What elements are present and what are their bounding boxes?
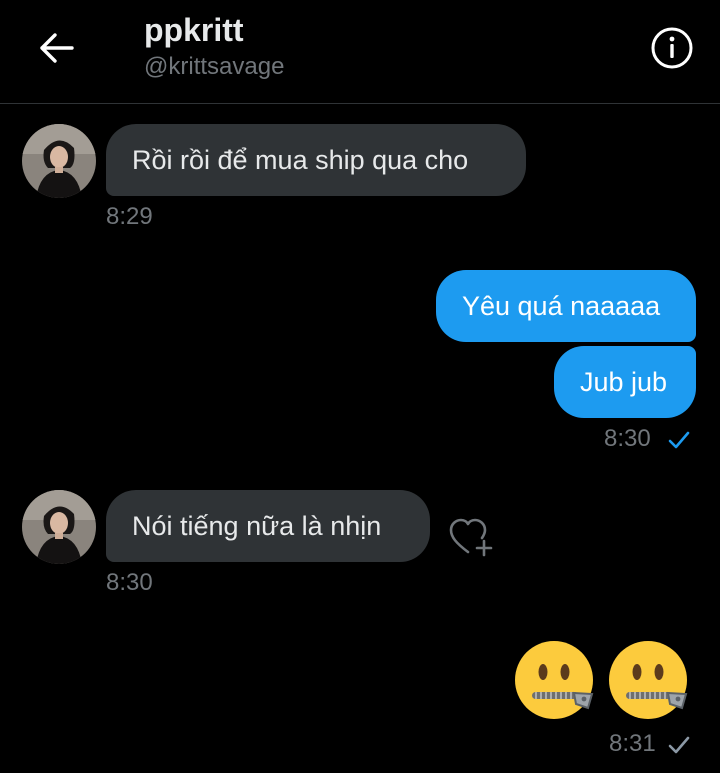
avatar[interactable] [22, 490, 96, 564]
message-timestamp: 8:30 [604, 425, 651, 452]
info-button[interactable] [650, 26, 694, 75]
checkmark-icon [668, 430, 690, 455]
message-bubble-outgoing[interactable]: Jub jub [554, 346, 696, 418]
message-timestamp: 8:29 [106, 203, 153, 230]
message-bubble-incoming[interactable]: Rồi rồi để mua ship qua cho [106, 124, 526, 196]
conversation-title: ppkritt [144, 12, 244, 48]
zipper-mouth-face-icon [609, 641, 688, 719]
back-button[interactable] [34, 30, 78, 70]
message-bubble-outgoing[interactable]: Yêu quá naaaaa [436, 270, 696, 342]
zipper-mouth-face-icon [515, 641, 594, 719]
conversation-header: ppkritt @krittsavage [0, 0, 720, 104]
arrow-left-icon [38, 32, 74, 69]
message-text: Jub jub [580, 366, 668, 397]
message-timestamp: 8:30 [106, 569, 153, 596]
message-text: Nói tiếng nữa là nhịn [132, 510, 382, 541]
message-bubble-incoming[interactable]: Nói tiếng nữa là nhịn [106, 490, 430, 562]
emoji-message[interactable] [512, 638, 694, 726]
message-timestamp: 8:31 [609, 730, 656, 757]
info-circle-icon [650, 26, 694, 75]
message-text: Rồi rồi để mua ship qua cho [132, 144, 469, 175]
conversation-handle: @krittsavage [144, 53, 285, 80]
dm-conversation: ppkritt @krittsavage Rồi rồi để mua ship… [0, 0, 720, 773]
checkmark-icon [668, 735, 690, 760]
heart-plus-icon[interactable] [448, 516, 498, 560]
avatar[interactable] [22, 124, 96, 198]
message-text: Yêu quá naaaaa [462, 290, 661, 321]
conversation-title-block[interactable]: ppkritt @krittsavage [144, 10, 284, 82]
